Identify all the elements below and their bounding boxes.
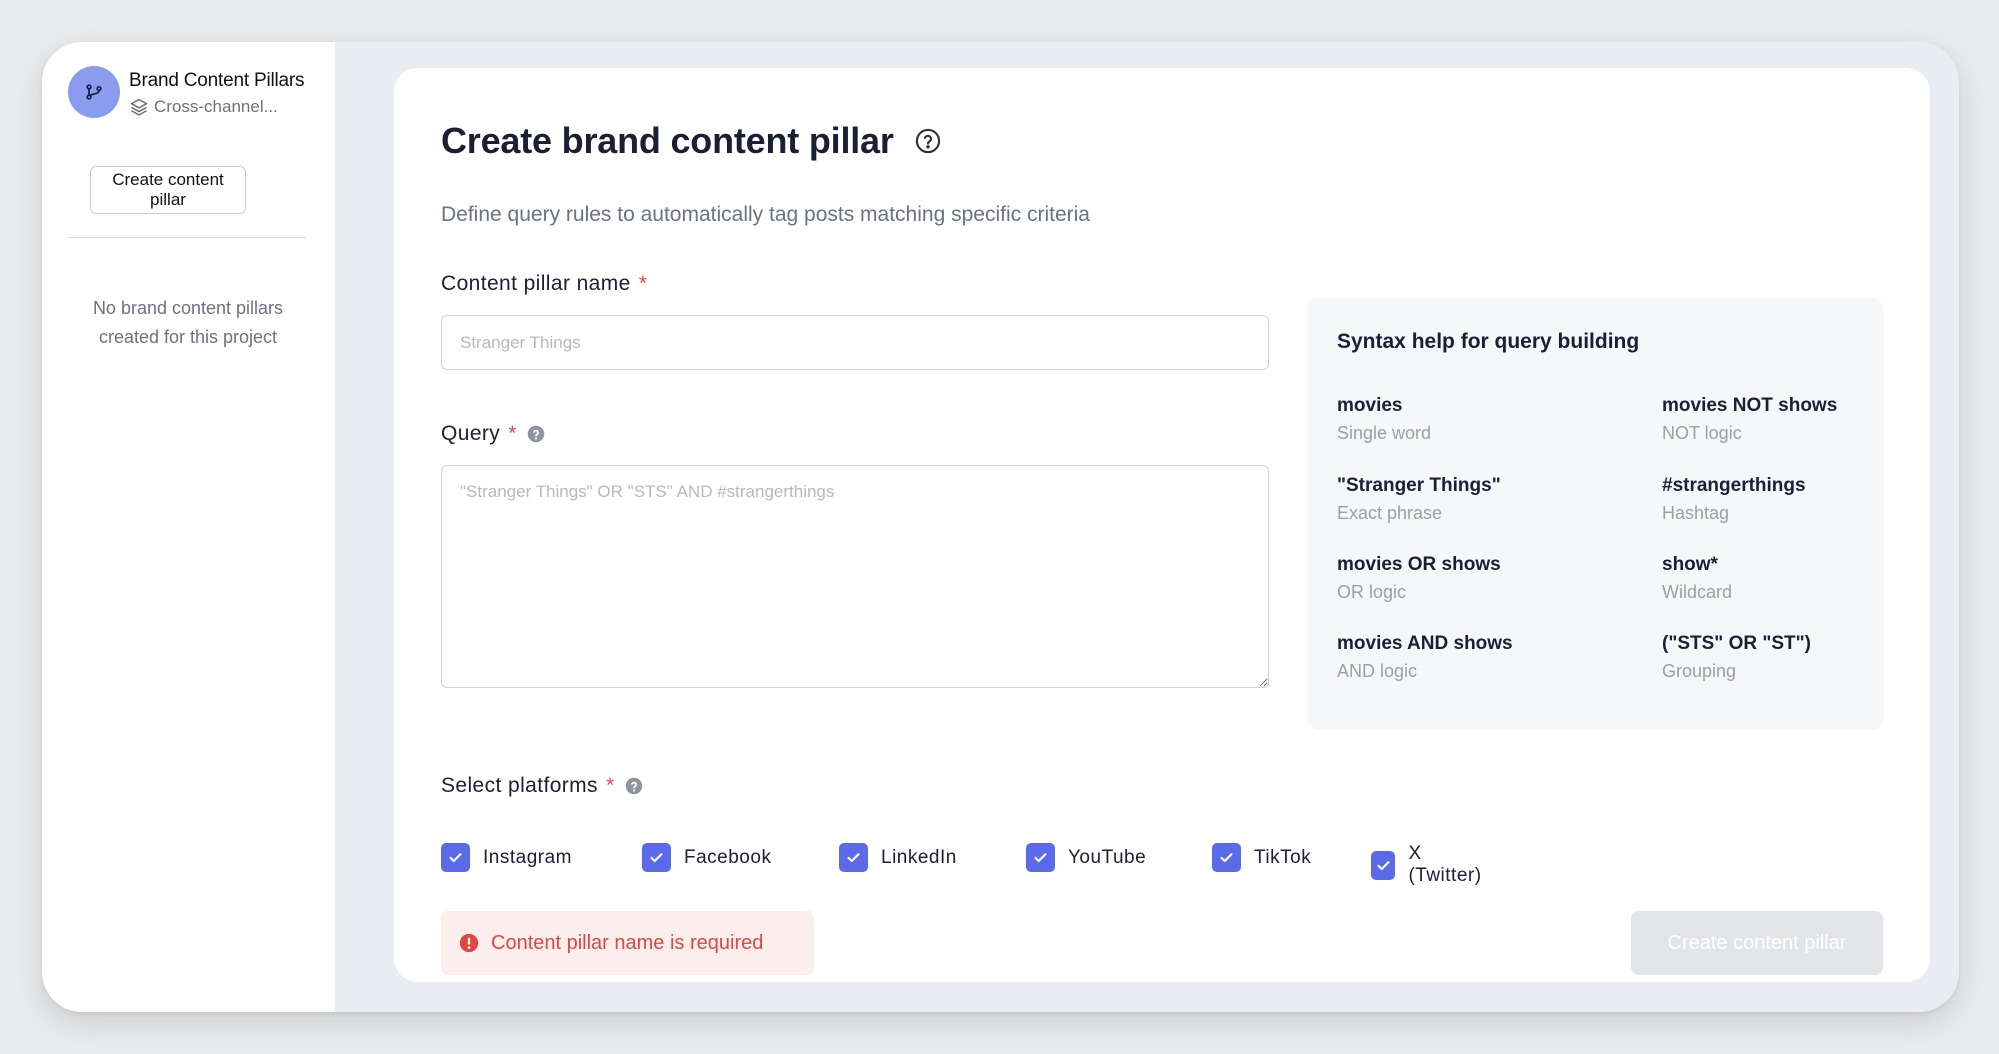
checkbox-checked[interactable]	[1371, 850, 1396, 880]
syntax-code: #strangerthings	[1662, 475, 1806, 496]
syntax-desc: NOT logic	[1662, 423, 1742, 443]
name-label-text: Content pillar name	[441, 272, 631, 295]
project-header: Brand Content Pillars Cross-channel...	[68, 66, 305, 118]
check-icon	[1034, 853, 1047, 863]
syntax-item: ("STS" OR "ST") Grouping	[1662, 633, 1811, 682]
project-title: Brand Content Pillars	[129, 70, 305, 91]
alert-circle-icon	[459, 933, 479, 953]
required-mark: *	[605, 774, 615, 797]
syntax-item: movies NOT shows NOT logic	[1662, 395, 1837, 444]
page-title: Create brand content pillar	[441, 120, 894, 161]
checkbox-checked[interactable]	[1212, 843, 1241, 872]
syntax-item: movies Single word	[1337, 395, 1431, 444]
git-branch-icon	[86, 84, 102, 100]
platform-checkbox-tiktok[interactable]: TikTok	[1212, 843, 1311, 872]
check-icon	[650, 853, 663, 863]
syntax-desc: Grouping	[1662, 661, 1737, 681]
page-subtitle: Define query rules to automatically tag …	[441, 203, 1090, 226]
sidebar-divider	[68, 237, 306, 238]
platform-label: Facebook	[684, 846, 772, 868]
check-icon	[449, 853, 462, 863]
platform-checkbox-x-twitter[interactable]: X (Twitter)	[1371, 843, 1486, 887]
syntax-item: "Stranger Things" Exact phrase	[1337, 475, 1501, 524]
syntax-code: movies	[1337, 395, 1403, 416]
validation-error: Content pillar name is required	[441, 911, 814, 975]
check-icon	[1377, 860, 1390, 870]
platforms-label-text: Select platforms	[441, 774, 598, 797]
query-help-icon[interactable]	[527, 425, 545, 443]
checkbox-checked[interactable]	[441, 843, 470, 872]
query-label: Query *	[441, 422, 545, 446]
platform-label: Instagram	[483, 846, 572, 868]
checkbox-checked[interactable]	[839, 843, 868, 872]
error-message: Content pillar name is required	[491, 931, 764, 954]
sidebar-create-pillar-button[interactable]: Create content pillar	[90, 166, 246, 214]
project-avatar	[68, 66, 120, 118]
pillar-name-input[interactable]	[441, 315, 1269, 370]
checkbox-checked[interactable]	[1026, 843, 1055, 872]
platform-checkbox-facebook[interactable]: Facebook	[642, 843, 771, 872]
required-mark: *	[508, 422, 517, 445]
check-icon	[1220, 853, 1233, 863]
empty-state-line: No brand content pillars	[92, 298, 284, 318]
platform-label: TikTok	[1254, 846, 1312, 868]
syntax-code: movies AND shows	[1337, 633, 1513, 654]
syntax-code: show*	[1662, 554, 1718, 575]
checkbox-checked[interactable]	[642, 843, 671, 872]
platforms-help-icon[interactable]	[625, 777, 643, 795]
platform-checkbox-youtube[interactable]: YouTube	[1026, 843, 1146, 872]
create-pillar-form: Create brand content pillar Define query…	[394, 68, 1930, 982]
syntax-code: "Stranger Things"	[1337, 475, 1501, 496]
syntax-help-panel: Syntax help for query building movies Si…	[1307, 298, 1884, 730]
platform-checkbox-instagram[interactable]: Instagram	[441, 843, 572, 872]
query-label-text: Query	[441, 422, 501, 445]
syntax-desc: OR logic	[1337, 582, 1407, 602]
platform-checkbox-linkedin[interactable]: LinkedIn	[839, 843, 957, 872]
create-pillar-submit-button[interactable]: Create content pillar	[1631, 911, 1883, 975]
syntax-desc: AND logic	[1337, 661, 1418, 681]
check-icon	[847, 853, 860, 863]
platform-label: LinkedIn	[881, 846, 957, 868]
syntax-desc: Single word	[1337, 423, 1432, 443]
platforms-label: Select platforms *	[441, 774, 643, 798]
sidebar: Brand Content Pillars Cross-channel... C…	[42, 42, 335, 1012]
syntax-desc: Hashtag	[1662, 503, 1730, 523]
syntax-help-title: Syntax help for query building	[1337, 330, 1640, 353]
name-label: Content pillar name *	[441, 272, 647, 296]
platform-label: YouTube	[1068, 846, 1147, 868]
syntax-desc: Exact phrase	[1337, 503, 1443, 523]
platform-label: X (Twitter)	[1408, 843, 1482, 886]
question-circle-icon[interactable]	[914, 127, 942, 160]
query-textarea[interactable]	[441, 465, 1269, 688]
syntax-item: movies AND shows AND logic	[1337, 633, 1513, 682]
syntax-desc: Wildcard	[1662, 582, 1733, 602]
syntax-item: #strangerthings Hashtag	[1662, 475, 1806, 524]
syntax-code: ("STS" OR "ST")	[1662, 633, 1811, 654]
syntax-code: movies NOT shows	[1662, 395, 1838, 416]
syntax-code: movies OR shows	[1337, 554, 1501, 575]
empty-state-message: No brand content pillars created for thi…	[62, 294, 314, 352]
syntax-item: movies OR shows OR logic	[1337, 554, 1501, 603]
empty-state-line: created for this project	[98, 327, 278, 347]
project-subtitle: Cross-channel...	[154, 97, 278, 116]
syntax-item: show* Wildcard	[1662, 554, 1732, 603]
app-window: Brand Content Pillars Cross-channel... C…	[42, 42, 1959, 1012]
required-mark: *	[638, 272, 648, 295]
layers-icon	[130, 98, 148, 116]
